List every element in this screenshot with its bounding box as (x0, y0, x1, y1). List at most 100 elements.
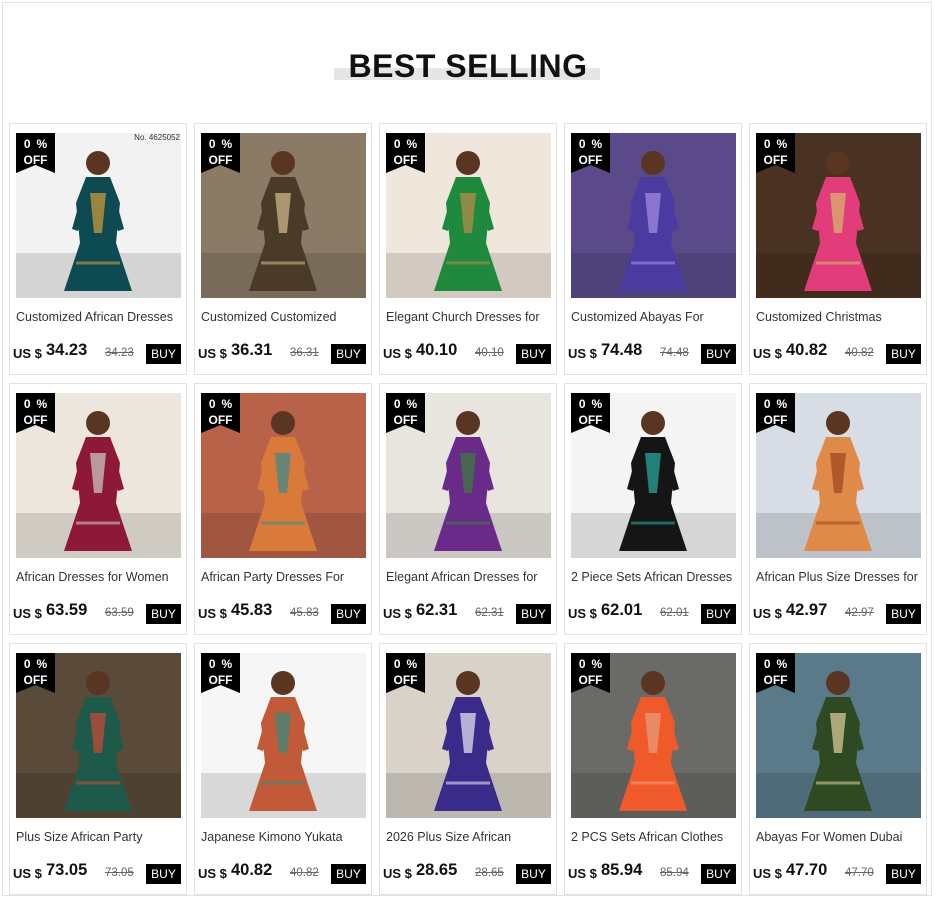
product-card[interactable]: 0% OFF Japanese Kimono Yukata US $ 40.82… (194, 643, 372, 895)
original-price: 40.82 (845, 347, 874, 359)
discount-percent: 0% (208, 657, 233, 671)
product-title[interactable]: 2026 Plus Size African (386, 830, 552, 844)
original-price: 73.05 (105, 867, 134, 879)
buy-button[interactable]: BUY (331, 604, 366, 624)
currency-label: US $ (383, 346, 412, 361)
product-price: 85.94 (601, 861, 643, 879)
product-price: 74.48 (601, 341, 643, 359)
currency-label: US $ (383, 866, 412, 881)
product-title[interactable]: 2 Piece Sets African Dresses (571, 570, 737, 584)
product-card[interactable]: 0% OFF Elegant African Dresses for US $ … (379, 383, 557, 635)
currency-label: US $ (568, 346, 597, 361)
discount-off-label: OFF (763, 413, 788, 427)
discount-off-label: OFF (208, 673, 233, 687)
buy-button[interactable]: BUY (886, 344, 921, 364)
product-price: 36.31 (231, 341, 273, 359)
buy-button[interactable]: BUY (146, 344, 181, 364)
discount-percent: 0% (23, 657, 48, 671)
discount-off-label: OFF (23, 673, 48, 687)
product-card[interactable]: 0% OFF Customized Christmas US $ 40.82 4… (749, 123, 927, 375)
image-stamp: No. 4625052 (134, 133, 180, 142)
currency-label: US $ (753, 866, 782, 881)
product-card[interactable]: 0% OFF Customized Customized US $ 36.31 … (194, 123, 372, 375)
buy-button[interactable]: BUY (701, 864, 736, 884)
product-title[interactable]: African Party Dresses For (201, 570, 367, 584)
product-title[interactable]: Japanese Kimono Yukata (201, 830, 367, 844)
currency-label: US $ (198, 606, 227, 621)
product-title[interactable]: African Dresses for Women (16, 570, 182, 584)
discount-percent: 0% (763, 397, 788, 411)
product-card[interactable]: 0% OFF Elegant Church Dresses for US $ 4… (379, 123, 557, 375)
discount-percent: 0% (578, 137, 603, 151)
product-card[interactable]: 0% OFF African Plus Size Dresses for US … (749, 383, 927, 635)
product-title[interactable]: 2 PCS Sets African Clothes (571, 830, 737, 844)
discount-percent: 0% (23, 397, 48, 411)
product-card[interactable]: 0% OFF African Party Dresses For US $ 45… (194, 383, 372, 635)
product-title[interactable]: Customized African Dresses (16, 310, 182, 324)
discount-percent: 0% (763, 657, 788, 671)
currency-label: US $ (753, 606, 782, 621)
buy-button[interactable]: BUY (146, 604, 181, 624)
discount-off-label: OFF (208, 153, 233, 167)
product-price: 62.31 (416, 601, 458, 619)
discount-off-label: OFF (208, 413, 233, 427)
product-title[interactable]: Plus Size African Party (16, 830, 182, 844)
product-price: 73.05 (46, 861, 88, 879)
discount-percent: 0% (393, 657, 418, 671)
buy-button[interactable]: BUY (886, 604, 921, 624)
original-price: 85.94 (660, 867, 689, 879)
discount-off-label: OFF (23, 413, 48, 427)
discount-percent: 0% (578, 397, 603, 411)
discount-off-label: OFF (393, 673, 418, 687)
buy-button[interactable]: BUY (331, 864, 366, 884)
product-price: 47.70 (786, 861, 828, 879)
discount-percent: 0% (578, 657, 603, 671)
discount-off-label: OFF (578, 153, 603, 167)
product-price: 40.10 (416, 341, 458, 359)
original-price: 40.82 (290, 867, 319, 879)
product-price: 63.59 (46, 601, 88, 619)
product-card[interactable]: 0% OFF African Dresses for Women US $ 63… (9, 383, 187, 635)
discount-percent: 0% (208, 397, 233, 411)
buy-button[interactable]: BUY (516, 864, 551, 884)
product-title[interactable]: Elegant African Dresses for (386, 570, 552, 584)
product-card[interactable]: 0% OFF 2 PCS Sets African Clothes US $ 8… (564, 643, 742, 895)
product-title[interactable]: Abayas For Women Dubai (756, 830, 922, 844)
currency-label: US $ (568, 606, 597, 621)
currency-label: US $ (198, 346, 227, 361)
product-card[interactable]: 0% OFF Plus Size African Party US $ 73.0… (9, 643, 187, 895)
buy-button[interactable]: BUY (516, 604, 551, 624)
product-title[interactable]: Customized Christmas (756, 310, 922, 324)
discount-off-label: OFF (578, 673, 603, 687)
buy-button[interactable]: BUY (516, 344, 551, 364)
buy-button[interactable]: BUY (701, 604, 736, 624)
product-price: 62.01 (601, 601, 643, 619)
product-card[interactable]: 0% OFF 2 Piece Sets African Dresses US $… (564, 383, 742, 635)
product-card[interactable]: 0% OFF No. 4625052 Customized African Dr… (9, 123, 187, 375)
currency-label: US $ (13, 866, 42, 881)
buy-button[interactable]: BUY (886, 864, 921, 884)
discount-percent: 0% (23, 137, 48, 151)
original-price: 45.83 (290, 607, 319, 619)
discount-off-label: OFF (393, 413, 418, 427)
currency-label: US $ (753, 346, 782, 361)
discount-off-label: OFF (393, 153, 418, 167)
buy-button[interactable]: BUY (331, 344, 366, 364)
original-price: 42.97 (845, 607, 874, 619)
product-title[interactable]: African Plus Size Dresses for (756, 570, 922, 584)
currency-label: US $ (13, 346, 42, 361)
product-title[interactable]: Customized Abayas For (571, 310, 737, 324)
section-header: BEST SELLING (0, 44, 936, 94)
product-price: 28.65 (416, 861, 458, 879)
product-title[interactable]: Elegant Church Dresses for (386, 310, 552, 324)
product-card[interactable]: 0% OFF 2026 Plus Size African US $ 28.65… (379, 643, 557, 895)
product-price: 40.82 (231, 861, 273, 879)
original-price: 62.01 (660, 607, 689, 619)
product-price: 40.82 (786, 341, 828, 359)
product-title[interactable]: Customized Customized (201, 310, 367, 324)
buy-button[interactable]: BUY (146, 864, 181, 884)
product-card[interactable]: 0% OFF Abayas For Women Dubai US $ 47.70… (749, 643, 927, 895)
buy-button[interactable]: BUY (701, 344, 736, 364)
currency-label: US $ (568, 866, 597, 881)
product-card[interactable]: 0% OFF Customized Abayas For US $ 74.48 … (564, 123, 742, 375)
